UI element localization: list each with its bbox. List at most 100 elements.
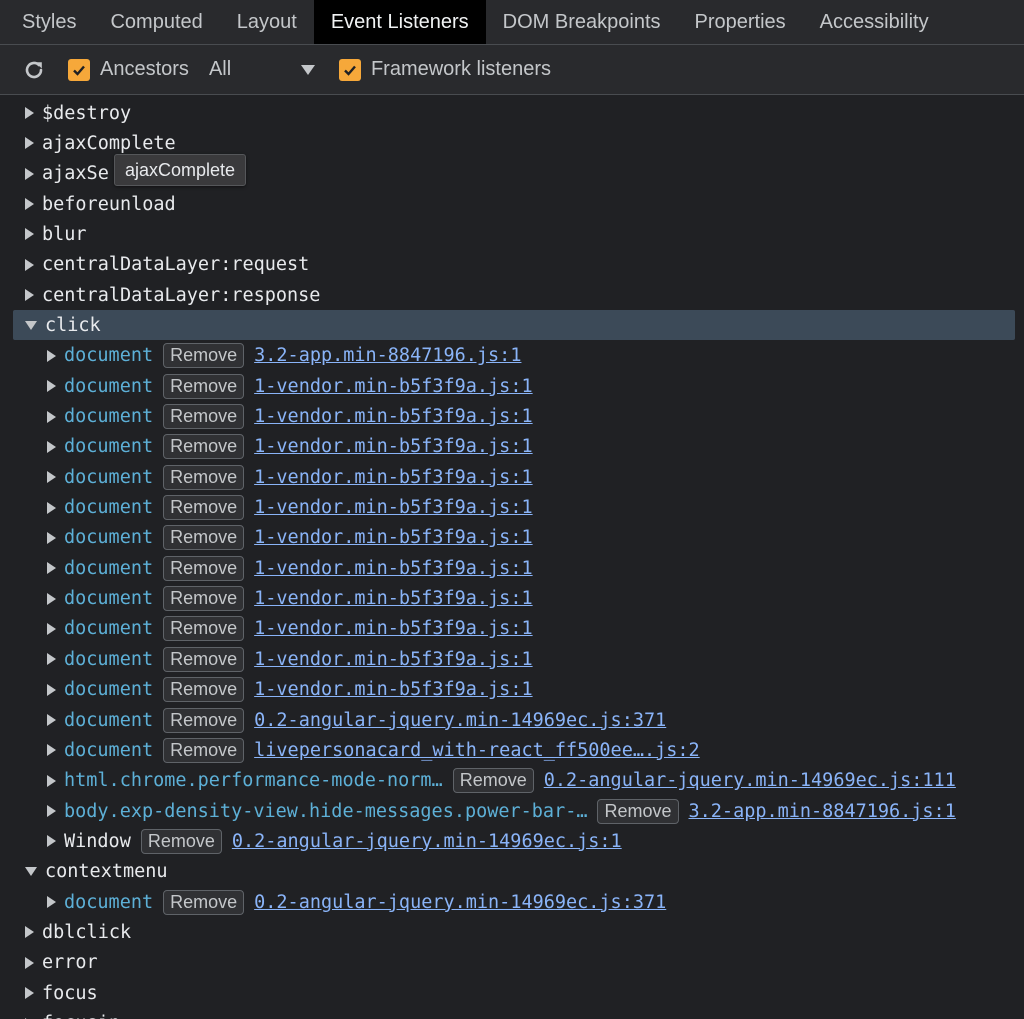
- listener-row[interactable]: document Remove 1-vendor.min-b5f3f9a.js:1: [0, 371, 1024, 401]
- expand-right-icon[interactable]: [47, 683, 56, 696]
- expand-right-icon[interactable]: [25, 987, 34, 1000]
- event-row[interactable]: blur: [0, 219, 1024, 249]
- remove-button[interactable]: Remove: [452, 768, 534, 794]
- listener-row[interactable]: document Remove 0.2-angular-jquery.min-149…: [0, 887, 1024, 917]
- listener-node[interactable]: document: [64, 467, 153, 488]
- event-row[interactable]: $destroy: [0, 98, 1024, 128]
- listener-row[interactable]: document Remove 1-vendor.min-b5f3f9a.js:1: [0, 402, 1024, 432]
- event-row[interactable]: beforeunload: [0, 189, 1024, 219]
- expand-right-icon[interactable]: [47, 714, 56, 726]
- event-row[interactable]: dblclick: [0, 917, 1024, 947]
- source-link[interactable]: 1-vendor.min-b5f3f9a.js:1: [254, 558, 532, 579]
- expand-right-icon[interactable]: [25, 167, 34, 180]
- remove-button[interactable]: Remove: [163, 646, 245, 672]
- expand-down-icon[interactable]: [25, 320, 37, 330]
- remove-button[interactable]: Remove: [163, 586, 245, 612]
- tab-accessibility[interactable]: Accessibility: [803, 0, 946, 44]
- expand-right-icon[interactable]: [25, 228, 34, 241]
- source-link[interactable]: 1-vendor.min-b5f3f9a.js:1: [254, 618, 532, 639]
- expand-right-icon[interactable]: [47, 744, 56, 757]
- listener-node[interactable]: document: [64, 376, 153, 397]
- source-link[interactable]: 1-vendor.min-b5f3f9a.js:1: [254, 649, 532, 670]
- remove-button[interactable]: Remove: [163, 525, 245, 551]
- expand-right-icon[interactable]: [47, 562, 56, 575]
- source-link[interactable]: 1-vendor.min-b5f3f9a.js:1: [254, 679, 532, 700]
- source-link[interactable]: 1-vendor.min-b5f3f9a.js:1: [254, 406, 532, 427]
- listener-node[interactable]: document: [64, 345, 153, 366]
- event-row[interactable]: contextmenu: [0, 857, 1024, 887]
- event-row[interactable]: focusin: [0, 1009, 1024, 1019]
- remove-button[interactable]: Remove: [163, 404, 245, 429]
- source-link[interactable]: 0.2-angular-jquery.min-14969ec.js:111: [544, 770, 956, 791]
- listener-node[interactable]: document: [64, 406, 153, 427]
- source-link[interactable]: livepersonacard_with-react_ff500ee….js:2: [254, 740, 700, 761]
- listener-row[interactable]: html.chrome.performance-mode-norm… Remove…: [0, 766, 1024, 796]
- source-link[interactable]: 3.2-app.min-8847196.js:1: [254, 345, 521, 366]
- listener-node[interactable]: document: [64, 649, 153, 670]
- expand-right-icon[interactable]: [47, 774, 56, 787]
- expand-down-icon[interactable]: [25, 867, 37, 877]
- listener-row[interactable]: document Remove 1-vendor.min-b5f3f9a.js:1: [0, 493, 1024, 523]
- source-link[interactable]: 1-vendor.min-b5f3f9a.js:1: [254, 376, 532, 397]
- expand-right-icon[interactable]: [47, 471, 56, 484]
- source-link[interactable]: 3.2-app.min-8847196.js:1: [689, 801, 956, 822]
- source-link[interactable]: 1-vendor.min-b5f3f9a.js:1: [254, 588, 532, 609]
- remove-button[interactable]: Remove: [163, 495, 245, 521]
- expand-right-icon[interactable]: [47, 501, 56, 514]
- source-link[interactable]: 0.2-angular-jquery.min-14969ec.js:371: [254, 710, 666, 731]
- remove-button[interactable]: Remove: [163, 707, 245, 733]
- tab-dom-breakpoints[interactable]: DOM Breakpoints: [486, 0, 678, 44]
- listener-node[interactable]: document: [64, 710, 153, 731]
- event-row[interactable]: click: [13, 310, 1015, 341]
- remove-button[interactable]: Remove: [163, 434, 245, 460]
- remove-button[interactable]: Remove: [163, 555, 245, 581]
- listener-row[interactable]: Window Remove 0.2-angular-jquery.min-14969…: [0, 826, 1024, 856]
- listener-node[interactable]: document: [64, 618, 153, 639]
- source-link[interactable]: 0.2-angular-jquery.min-14969ec.js:371: [254, 892, 666, 913]
- tab-properties[interactable]: Properties: [678, 0, 803, 44]
- refresh-button[interactable]: [20, 56, 48, 84]
- expand-right-icon[interactable]: [47, 896, 56, 909]
- tab-styles[interactable]: Styles: [0, 0, 93, 44]
- listener-row[interactable]: document Remove livepersonacard_with-react…: [0, 735, 1024, 765]
- event-row[interactable]: centralDataLayer:response: [0, 280, 1024, 310]
- remove-button[interactable]: Remove: [163, 889, 245, 915]
- listener-row[interactable]: document Remove 1-vendor.min-b5f3f9a.js:1: [0, 614, 1024, 644]
- remove-button[interactable]: Remove: [163, 373, 245, 399]
- expand-right-icon[interactable]: [47, 440, 56, 453]
- expand-right-icon[interactable]: [25, 258, 34, 271]
- listener-node[interactable]: document: [64, 740, 153, 761]
- remove-button[interactable]: Remove: [140, 828, 222, 854]
- listener-node[interactable]: document: [64, 558, 153, 579]
- listener-row[interactable]: document Remove 1-vendor.min-b5f3f9a.js:1: [0, 553, 1024, 583]
- listener-row[interactable]: body.exp-density-view.hide-messages.powe…: [0, 796, 1024, 826]
- expand-right-icon[interactable]: [47, 349, 56, 362]
- remove-button[interactable]: Remove: [163, 343, 245, 369]
- listener-row[interactable]: document Remove 1-vendor.min-b5f3f9a.js:1: [0, 462, 1024, 492]
- tab-computed[interactable]: Computed: [93, 0, 219, 44]
- expand-right-icon[interactable]: [47, 410, 56, 423]
- listener-row[interactable]: document Remove 1-vendor.min-b5f3f9a.js:1: [0, 523, 1024, 553]
- source-link[interactable]: 1-vendor.min-b5f3f9a.js:1: [254, 436, 532, 457]
- listener-row[interactable]: document Remove 0.2-angular-jquery.min-149…: [0, 705, 1024, 735]
- event-row[interactable]: focus: [0, 978, 1024, 1008]
- tab-layout[interactable]: Layout: [220, 0, 314, 44]
- source-link[interactable]: 1-vendor.min-b5f3f9a.js:1: [254, 467, 532, 488]
- listener-node[interactable]: body.exp-density-view.hide-messages.powe…: [64, 801, 587, 822]
- listener-row[interactable]: document Remove 1-vendor.min-b5f3f9a.js:1: [0, 644, 1024, 674]
- listener-node[interactable]: html.chrome.performance-mode-norm…: [64, 770, 443, 791]
- source-link[interactable]: 0.2-angular-jquery.min-14969ec.js:1: [232, 831, 622, 852]
- expand-right-icon[interactable]: [25, 289, 34, 302]
- expand-right-icon[interactable]: [25, 926, 34, 939]
- listener-node[interactable]: document: [64, 497, 153, 518]
- event-row[interactable]: error: [0, 948, 1024, 978]
- expand-right-icon[interactable]: [47, 380, 56, 393]
- listener-row[interactable]: document Remove 1-vendor.min-b5f3f9a.js:1: [0, 432, 1024, 462]
- source-link[interactable]: 1-vendor.min-b5f3f9a.js:1: [254, 497, 532, 518]
- expand-right-icon[interactable]: [47, 622, 56, 635]
- listener-node[interactable]: document: [64, 892, 153, 913]
- expand-right-icon[interactable]: [47, 592, 56, 605]
- ancestors-checkbox[interactable]: [68, 58, 90, 81]
- remove-button[interactable]: Remove: [163, 464, 245, 490]
- expand-right-icon[interactable]: [47, 805, 56, 818]
